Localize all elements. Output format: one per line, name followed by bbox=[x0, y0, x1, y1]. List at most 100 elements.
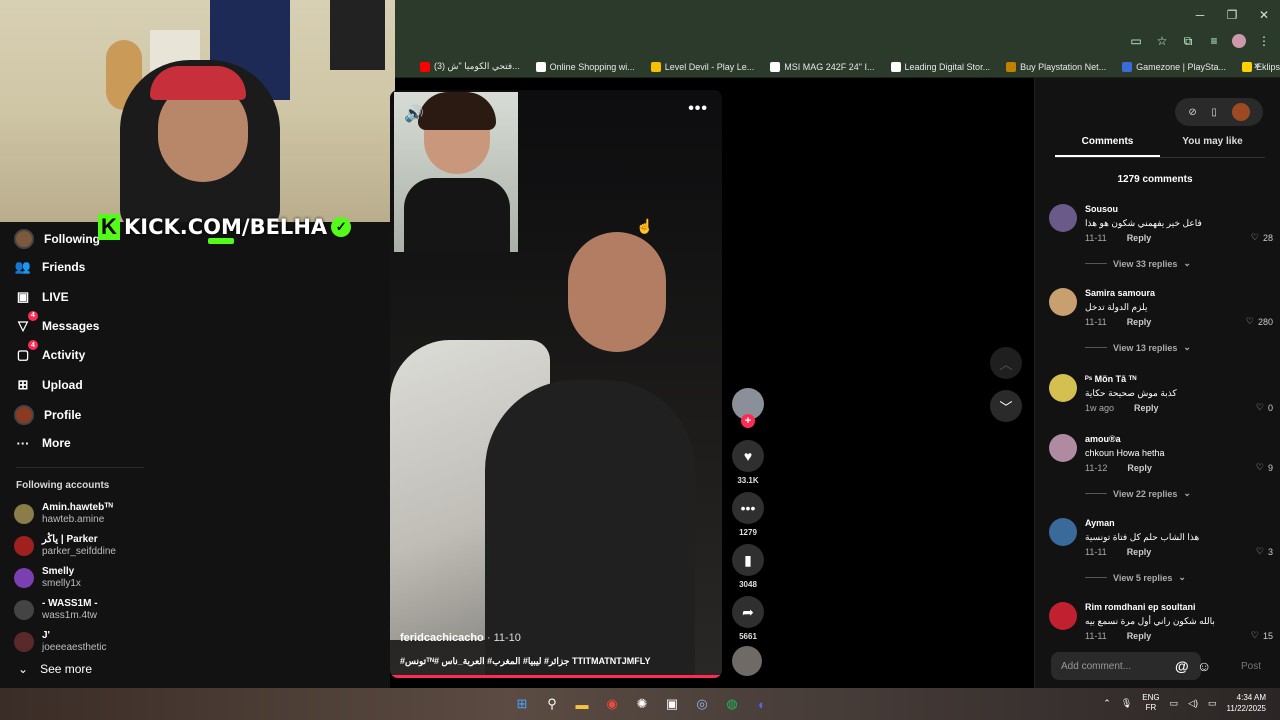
tab-comments[interactable]: Comments bbox=[1055, 136, 1160, 157]
avatar[interactable] bbox=[1049, 518, 1077, 546]
share-button[interactable]: ➦ bbox=[732, 596, 764, 628]
comment-like-button[interactable]: ♡ 3 bbox=[1256, 546, 1273, 557]
avatar[interactable] bbox=[1049, 204, 1077, 232]
network-icon[interactable]: ▭ bbox=[1170, 698, 1179, 709]
browser-menu-icon[interactable]: ⋮ bbox=[1256, 33, 1272, 49]
bookmark-item[interactable]: Eklipse - Convert Tw... bbox=[1242, 61, 1280, 72]
comment-like-button[interactable]: ♡ 28 bbox=[1251, 232, 1273, 243]
see-more-button[interactable]: ⌄ See more bbox=[18, 662, 92, 676]
discord-icon[interactable]: ◐ bbox=[752, 694, 772, 714]
reply-button[interactable]: Reply bbox=[1127, 547, 1152, 557]
more-options-icon[interactable]: ••• bbox=[688, 100, 708, 118]
bookmarks-overflow-icon[interactable]: » bbox=[1254, 60, 1260, 72]
following-account[interactable]: Smelly smelly1x bbox=[14, 566, 81, 590]
microphone-icon[interactable]: 🎙 bbox=[1121, 698, 1132, 709]
sound-disc-avatar[interactable] bbox=[732, 646, 762, 676]
chevron-down-icon: ﹀ bbox=[999, 399, 1013, 415]
video-hashtags[interactable]: #تونسᵀᴺ# جزائر# ليبيا# المغرب# العربة_نا… bbox=[400, 656, 650, 667]
like-button[interactable]: ♥ bbox=[732, 440, 764, 472]
comment-author[interactable]: Ayman bbox=[1085, 518, 1115, 528]
reply-button[interactable]: Reply bbox=[1127, 631, 1152, 641]
save-button[interactable]: ▮ bbox=[732, 544, 764, 576]
bookmark-item[interactable]: Gamezone | PlaySta... bbox=[1122, 61, 1226, 72]
file-explorer-icon[interactable]: ▬ bbox=[572, 694, 592, 714]
close-icon[interactable]: ✕ bbox=[1248, 0, 1280, 30]
openai-icon[interactable]: ✺ bbox=[632, 694, 652, 714]
following-account[interactable]: - WASS1M - wass1m.4tw bbox=[14, 598, 98, 622]
bookmark-item[interactable]: Online Shopping wi... bbox=[535, 61, 635, 72]
avatar[interactable] bbox=[1049, 602, 1077, 630]
explore-icon[interactable]: ⊘ bbox=[1188, 107, 1196, 118]
reply-button[interactable]: Reply bbox=[1127, 233, 1152, 243]
mobile-icon[interactable]: ▯ bbox=[1211, 107, 1217, 118]
epic-icon[interactable]: ▣ bbox=[662, 694, 682, 714]
battery-icon[interactable]: ▭ bbox=[1208, 698, 1217, 709]
user-avatar[interactable] bbox=[1231, 103, 1250, 121]
comment-like-button[interactable]: ♡ 280 bbox=[1246, 316, 1273, 327]
sidebar-item-live[interactable]: ▣ LIVE bbox=[14, 288, 69, 306]
steam-icon[interactable]: ◎ bbox=[692, 694, 712, 714]
avatar[interactable] bbox=[1049, 374, 1077, 402]
previous-video-button[interactable]: ︿ bbox=[990, 347, 1022, 379]
view-replies-button[interactable]: View 33 replies ⌄ bbox=[1085, 258, 1191, 269]
view-replies-button[interactable]: View 5 replies ⌄ bbox=[1085, 572, 1186, 583]
bookmark-item[interactable]: Leading Digital Stor... bbox=[890, 61, 990, 72]
following-account[interactable]: ياڭر | Parker parker_seifddine bbox=[14, 534, 116, 558]
tab-you-may-like[interactable]: You may like bbox=[1160, 136, 1265, 157]
author-name[interactable]: feridcachicacho bbox=[400, 632, 484, 644]
search-icon[interactable]: ⚲ bbox=[542, 694, 562, 714]
reply-button[interactable]: Reply bbox=[1127, 463, 1152, 473]
video-progress-bar[interactable] bbox=[390, 675, 722, 678]
bookmark-item[interactable]: (3) فتحي الكوميا "ش... bbox=[420, 61, 520, 72]
comment-like-button[interactable]: ♡ 15 bbox=[1251, 630, 1273, 641]
sidebar-item-friends[interactable]: 👥 Friends bbox=[14, 258, 85, 276]
comment-button[interactable]: ••• bbox=[732, 492, 764, 524]
media-icon[interactable]: ≡ bbox=[1206, 33, 1222, 49]
volume-icon[interactable]: 🔊 bbox=[404, 104, 424, 124]
next-video-button[interactable]: ﹀ bbox=[990, 390, 1022, 422]
screen: ─ ❐ ✕ ▭ ☆ ⧉ ≡ ⋮ (3) فتحي الكوميا "ش... On… bbox=[0, 0, 1280, 720]
sidebar-item-messages[interactable]: ▽ 4 Messages bbox=[14, 310, 99, 335]
bookmark-item[interactable]: Level Devil - Play Le... bbox=[650, 61, 754, 72]
following-account[interactable]: Amin.hawtebᵀᴺ hawteb.amine bbox=[14, 502, 113, 526]
comment-author[interactable]: ᴾˢ Mõn Tã ᵀᴺ bbox=[1085, 374, 1136, 384]
spotify-icon[interactable]: ◍ bbox=[722, 694, 742, 714]
comment-author[interactable]: Sousou bbox=[1085, 204, 1118, 214]
cast-icon[interactable]: ▭ bbox=[1128, 33, 1144, 49]
view-replies-button[interactable]: View 22 replies ⌄ bbox=[1085, 488, 1191, 499]
restore-icon[interactable]: ❐ bbox=[1216, 0, 1248, 30]
clock[interactable]: 4:34 AM 11/22/2025 bbox=[1227, 692, 1266, 714]
profile-avatar-icon[interactable] bbox=[1232, 34, 1246, 48]
extensions-icon[interactable]: ⧉ bbox=[1180, 33, 1196, 49]
volume-tray-icon[interactable]: ◁) bbox=[1188, 698, 1198, 709]
video-player[interactable]: 🔊 ••• feridcachicacho · 11-10 #تونسᵀᴺ# ج… bbox=[390, 90, 722, 678]
comment-like-button[interactable]: ♡ 0 bbox=[1256, 402, 1273, 413]
bookmark-item[interactable]: Buy Playstation Net... bbox=[1006, 61, 1106, 72]
avatar[interactable] bbox=[1049, 288, 1077, 316]
bookmark-item[interactable]: MSI MAG 242F 24" I... bbox=[770, 61, 875, 72]
comment-author[interactable]: amou®a bbox=[1085, 434, 1121, 444]
following-account[interactable]: J' joeeeaesthetic bbox=[14, 630, 107, 654]
reply-button[interactable]: Reply bbox=[1134, 403, 1159, 413]
tray-chevron-icon[interactable]: ⌃ bbox=[1103, 698, 1111, 709]
sidebar-item-activity[interactable]: ▢ 4 Activity bbox=[14, 340, 85, 364]
comment-like-button[interactable]: ♡ 9 bbox=[1256, 462, 1273, 473]
view-replies-button[interactable]: View 13 replies ⌄ bbox=[1085, 342, 1191, 353]
bookmark-star-icon[interactable]: ☆ bbox=[1154, 33, 1170, 49]
video-author[interactable]: feridcachicacho · 11-10 bbox=[400, 632, 521, 644]
chrome-icon[interactable]: ◉ bbox=[602, 694, 622, 714]
comment-author[interactable]: Samira samoura bbox=[1085, 288, 1155, 298]
reply-button[interactable]: Reply bbox=[1127, 317, 1152, 327]
language-indicator[interactable]: ENG FR bbox=[1142, 693, 1159, 713]
view-replies-label: View 22 replies bbox=[1113, 488, 1178, 499]
sidebar-item-upload[interactable]: ⊞ Upload bbox=[14, 376, 83, 394]
follow-plus-icon[interactable]: + bbox=[741, 414, 755, 428]
sidebar-item-profile[interactable]: Profile bbox=[14, 404, 81, 425]
sidebar-item-more[interactable]: ··· More bbox=[14, 434, 71, 452]
sidebar-item-following[interactable]: Following bbox=[14, 229, 100, 249]
comment-author[interactable]: Rim romdhani ep soultani bbox=[1085, 602, 1196, 612]
minimize-icon[interactable]: ─ bbox=[1184, 0, 1216, 30]
avatar[interactable] bbox=[1049, 434, 1077, 462]
windows-start-icon[interactable]: ⊞ bbox=[512, 694, 532, 714]
account-name: Amin.hawtebᵀᴺ bbox=[42, 502, 113, 513]
